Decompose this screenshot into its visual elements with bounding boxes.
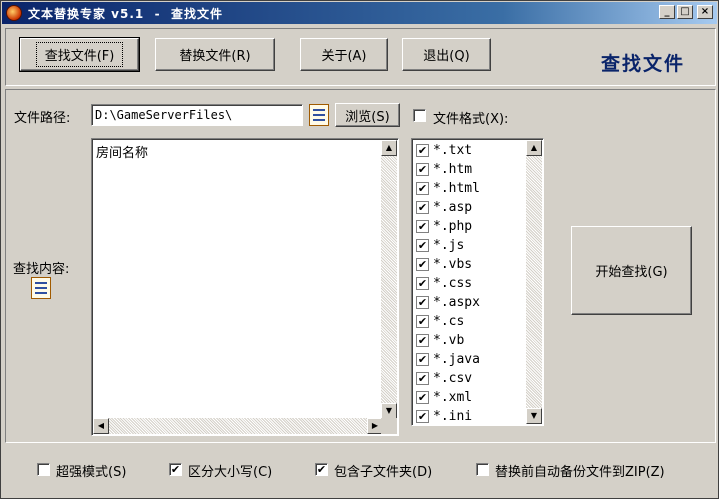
maximize-button[interactable]: □ (677, 5, 693, 19)
scroll-up-button[interactable]: ▲ (381, 140, 397, 156)
include-subfolders-label: 包含子文件夹(D) (334, 465, 433, 480)
backup-zip-label: 替换前自动备份文件到ZIP(Z) (495, 465, 665, 480)
find-files-button[interactable]: 查找文件(F) (19, 37, 140, 72)
file-format-item-checkbox[interactable]: ✔ (416, 239, 429, 252)
file-format-item-label: *.aspx (433, 295, 480, 310)
file-format-item-checkbox[interactable]: ✔ (416, 258, 429, 271)
file-format-item-label: *.csv (433, 371, 473, 386)
search-content-label: 查找内容: (13, 262, 70, 277)
file-format-item-checkbox[interactable]: ✔ (416, 410, 429, 423)
file-format-item-checkbox[interactable]: ✔ (416, 372, 429, 385)
file-format-item-checkbox[interactable]: ✔ (416, 277, 429, 290)
start-search-button[interactable]: 开始查找(G) (571, 226, 692, 315)
title-bar[interactable]: 文本替换专家 v5.1 - 查找文件 _ □ × (2, 2, 717, 24)
file-format-item[interactable]: ✔ *.htm (416, 160, 472, 179)
super-mode-checkbox[interactable] (37, 463, 50, 476)
format-scroll-up-button[interactable]: ▲ (526, 140, 542, 156)
close-button[interactable]: × (697, 5, 713, 19)
replace-files-button[interactable]: 替换文件(R) (155, 38, 275, 71)
case-sensitive-label: 区分大小写(C) (188, 465, 273, 480)
app-window: 文本替换专家 v5.1 - 查找文件 _ □ × 查找文件(F) 替换文件(R)… (0, 0, 719, 499)
scroll-left-button[interactable]: ◀ (93, 418, 109, 434)
file-format-item-label: *.htm (433, 162, 473, 177)
path-list-icon[interactable] (309, 104, 329, 126)
file-format-item-label: *.txt (433, 143, 473, 158)
file-format-item[interactable]: ✔ *.css (416, 274, 472, 293)
file-format-list[interactable]: ✔ *.txt ✔ *.htm ✔ *.html ✔ *.asp ✔ *.php ✔ *.js ✔ *.v… (411, 138, 544, 426)
file-format-item-label: *.java (433, 352, 480, 367)
app-icon (6, 5, 22, 21)
format-scroll-down-button[interactable]: ▼ (526, 408, 542, 424)
file-format-item-checkbox[interactable]: ✔ (416, 315, 429, 328)
about-button[interactable]: 关于(A) (300, 38, 388, 71)
file-format-item-checkbox[interactable]: ✔ (416, 163, 429, 176)
file-format-item-label: *.ini (433, 409, 473, 424)
exit-button[interactable]: 退出(Q) (402, 38, 491, 71)
path-label: 文件路径: (14, 111, 71, 126)
find-files-label: 查找文件(F) (35, 42, 124, 67)
backup-zip-checkbox[interactable] (476, 463, 489, 476)
page-heading: 查找文件 (601, 53, 686, 75)
file-format-item-label: *.css (433, 276, 473, 291)
file-format-item-label: *.asp (433, 200, 473, 215)
file-format-item-label: *.html (433, 181, 480, 196)
file-format-item-label: *.js (433, 238, 465, 253)
file-format-item-checkbox[interactable]: ✔ (416, 296, 429, 309)
file-format-item[interactable]: ✔ *.txt (416, 141, 472, 160)
content-vertical-scrollbar[interactable]: ▲ ▼ (381, 140, 397, 419)
file-format-item[interactable]: ✔ *.js (416, 236, 464, 255)
scroll-down-button[interactable]: ▼ (381, 403, 397, 419)
window-title: 文本替换专家 v5.1 - 查找文件 (28, 6, 223, 21)
include-subfolders-checkbox[interactable]: ✔ (315, 463, 328, 476)
file-format-item-checkbox[interactable]: ✔ (416, 334, 429, 347)
file-format-checkbox[interactable] (413, 109, 426, 122)
file-format-label: 文件格式(X): (433, 112, 509, 127)
file-format-item-checkbox[interactable]: ✔ (416, 144, 429, 157)
search-list-icon[interactable] (31, 277, 51, 299)
file-format-item-label: *.php (433, 219, 473, 234)
browse-button[interactable]: 浏览(S) (335, 103, 400, 127)
file-format-item[interactable]: ✔ *.ini (416, 407, 473, 425)
file-format-item[interactable]: ✔ *.php (416, 217, 472, 236)
file-format-item-label: *.xml (433, 390, 473, 405)
minimize-button[interactable]: _ (659, 5, 675, 19)
file-format-item-checkbox[interactable]: ✔ (416, 220, 429, 233)
search-content-text: 房间名称 (96, 146, 149, 161)
file-format-item-checkbox[interactable]: ✔ (416, 182, 429, 195)
file-format-item-label: *.vb (433, 333, 465, 348)
search-content-textarea[interactable]: 房间名称 ▲ ▼ ◀ ▶ (91, 138, 399, 436)
case-sensitive-checkbox[interactable]: ✔ (169, 463, 182, 476)
file-format-item[interactable]: ✔ *.vbs (416, 255, 472, 274)
file-format-item[interactable]: ✔ *.html (416, 179, 480, 198)
file-format-item-label: *.vbs (433, 257, 473, 272)
file-format-item[interactable]: ✔ *.csv (416, 369, 472, 388)
content-horizontal-scrollbar[interactable]: ◀ ▶ (93, 418, 383, 434)
format-vertical-scrollbar[interactable]: ▲ ▼ (526, 140, 542, 424)
file-format-item-checkbox[interactable]: ✔ (416, 201, 429, 214)
super-mode-label: 超强模式(S) (56, 465, 127, 480)
file-format-item-label: *.cs (433, 314, 465, 329)
file-format-item[interactable]: ✔ *.vb (416, 331, 464, 350)
file-format-item[interactable]: ✔ *.cs (416, 312, 464, 331)
file-format-item-checkbox[interactable]: ✔ (416, 391, 429, 404)
file-format-item[interactable]: ✔ *.java (416, 350, 480, 369)
file-format-item-checkbox[interactable]: ✔ (416, 353, 429, 366)
scroll-corner (381, 418, 397, 434)
file-format-item[interactable]: ✔ *.xml (416, 388, 472, 407)
file-format-item[interactable]: ✔ *.asp (416, 198, 472, 217)
file-format-item[interactable]: ✔ *.aspx (416, 293, 480, 312)
window-controls: _ □ × (659, 5, 713, 19)
path-input[interactable]: D:\GameServerFiles\ (91, 104, 303, 126)
